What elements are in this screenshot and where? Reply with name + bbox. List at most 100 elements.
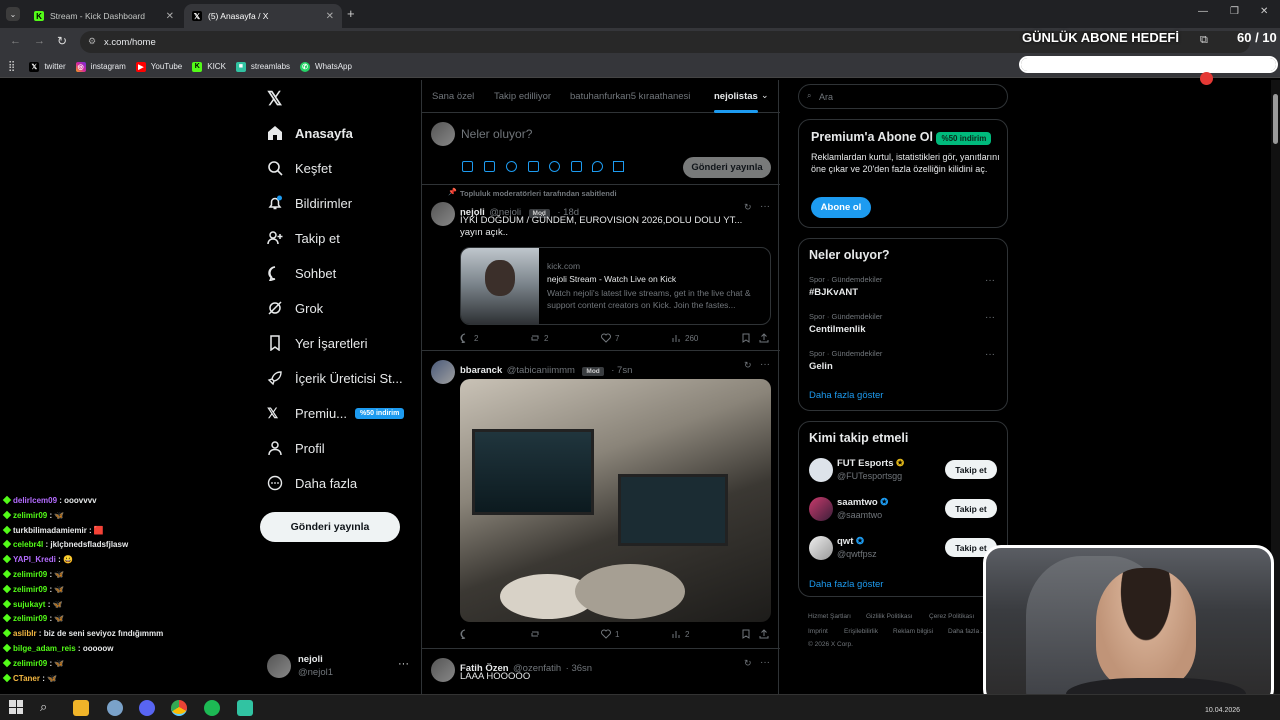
post-author-name[interactable]: bbaranck — [460, 365, 502, 376]
bookmark-kick[interactable]: K KICK — [192, 61, 226, 72]
emoji-icon[interactable] — [549, 161, 560, 172]
scrollbar-thumb[interactable] — [1273, 94, 1278, 144]
post-pinned[interactable]: 📌 Topluluk moderatörleri tarafından sabi… — [422, 185, 780, 351]
trend-more-icon[interactable]: ··· — [985, 349, 995, 360]
extensions-icon[interactable]: ⧉ — [1200, 34, 1208, 47]
account-menu-icon[interactable]: ··· — [398, 658, 409, 670]
trend-more-icon[interactable]: ··· — [985, 275, 995, 286]
nav-explore[interactable]: Keşfet — [267, 160, 332, 176]
taskbar-search-icon[interactable]: ⌕ — [40, 699, 47, 715]
views-button[interactable]: 2 — [671, 629, 689, 639]
nav-home[interactable]: Anasayfa — [267, 125, 353, 141]
reload-button[interactable]: ↻ — [57, 34, 67, 48]
subscribe-button[interactable]: Abone ol — [811, 197, 871, 218]
post-photo-image[interactable] — [460, 379, 771, 622]
nav-premium[interactable]: 𝕏 Premiu... %50 indirim — [267, 405, 405, 422]
tab-community[interactable]: batuhanfurkan5 kıraathanesi — [570, 91, 690, 102]
media-icon[interactable] — [462, 161, 473, 172]
flag-icon[interactable] — [613, 161, 624, 172]
follow-button[interactable]: Takip et — [945, 499, 997, 518]
post-button[interactable]: Gönderi yayınla — [260, 512, 400, 542]
post-time[interactable]: 7sn — [617, 365, 632, 376]
schedule-icon[interactable] — [571, 161, 582, 172]
post-author-handle[interactable]: @tabicaniimmm — [507, 365, 575, 376]
streamlabs-icon[interactable] — [237, 700, 253, 716]
tab-list-button[interactable]: ⌄ — [6, 7, 20, 21]
repost-button[interactable] — [530, 629, 544, 639]
bookmark-twitter[interactable]: 𝕏twitter — [29, 61, 66, 72]
nav-follow[interactable]: Takip et — [267, 230, 340, 246]
post-avatar[interactable] — [431, 360, 455, 384]
share-button[interactable] — [759, 629, 773, 639]
reply-button[interactable] — [460, 629, 474, 639]
forward-button[interactable]: → — [34, 35, 45, 47]
trend-item[interactable]: Spor · Gündemdekiler Gelin ··· — [799, 346, 1007, 382]
footer-link[interactable]: Reklam bilgisi — [893, 628, 933, 635]
trend-item[interactable]: Spor · Gündemdekiler Centilmenlik ··· — [799, 309, 1007, 345]
post-more-icon[interactable]: ··· — [760, 657, 770, 668]
follow-button[interactable]: Takip et — [945, 460, 997, 479]
nav-grok[interactable]: Grok — [267, 300, 323, 316]
post-more-icon[interactable]: ··· — [760, 201, 770, 212]
minimize-window-button[interactable]: — — [1198, 6, 1208, 17]
repost-button[interactable]: 2 — [530, 333, 548, 343]
composer-post-button[interactable]: Gönderi yayınla — [683, 157, 771, 178]
chevron-down-icon[interactable]: ⌄ — [761, 90, 769, 101]
grok-icon[interactable]: ↻ — [744, 360, 752, 371]
post-more-icon[interactable]: ··· — [760, 359, 770, 370]
nav-more[interactable]: Daha fazla — [267, 475, 357, 491]
new-tab-button[interactable]: + — [347, 6, 355, 21]
chrome-icon[interactable] — [171, 700, 187, 716]
footer-link[interactable]: Daha fazla ... — [948, 628, 986, 635]
views-button[interactable]: 260 — [671, 333, 698, 343]
x-logo-icon[interactable]: 𝕏 — [267, 88, 282, 111]
nav-profile[interactable]: Profil — [267, 440, 325, 456]
footer-link[interactable]: Erişilebilirlik — [844, 628, 878, 635]
footer-link[interactable]: Hizmet Şartları — [808, 613, 851, 620]
bookmark-button[interactable] — [741, 333, 755, 343]
follow-suggestion[interactable]: saamtwo ✪ @saamtwo Takip et — [799, 494, 1007, 530]
tab-following[interactable]: Takip edilliyor — [494, 91, 551, 102]
like-button[interactable]: 1 — [601, 629, 619, 639]
post-avatar[interactable] — [431, 202, 455, 226]
follow-suggestion[interactable]: FUT Esports ✪ @FUTesportsgg Takip et — [799, 455, 1007, 491]
file-explorer-icon[interactable] — [73, 700, 89, 716]
gif-icon[interactable] — [484, 161, 495, 172]
nav-notifications[interactable]: Bildirimler — [267, 195, 352, 211]
like-button[interactable]: 7 — [601, 333, 619, 343]
reply-button[interactable]: 2 — [460, 333, 478, 343]
share-button[interactable] — [759, 333, 773, 343]
post-photo[interactable]: bbaranck @tabicaniimmm Mod · 7sn ↻ ··· 1… — [422, 351, 780, 649]
bookmark-button[interactable] — [741, 629, 755, 639]
nav-chat[interactable]: Sohbet — [267, 265, 336, 281]
spotify-icon[interactable] — [204, 700, 220, 716]
nav-bookmarks[interactable]: Yer İşaretleri — [267, 335, 368, 351]
composer-input[interactable]: Neler oluyor? — [461, 127, 532, 141]
tab-kick-dashboard[interactable]: K Stream - Kick Dashboard ✕ — [26, 4, 182, 28]
follow-suggestion[interactable]: qwt ✪ @qwtfpsz Takip et — [799, 533, 1007, 569]
back-button[interactable]: ← — [10, 35, 21, 47]
discord-icon[interactable] — [139, 700, 155, 716]
bookmark-youtube[interactable]: ▶ YouTube — [135, 61, 182, 72]
post-avatar[interactable] — [431, 658, 455, 682]
nav-creator-studio[interactable]: İçerik Üreticisi St... — [267, 370, 403, 386]
account-avatar[interactable] — [267, 654, 291, 678]
close-window-button[interactable]: ✕ — [1260, 6, 1268, 17]
apps-icon[interactable]: ⣿ — [8, 61, 15, 72]
grok-icon[interactable] — [506, 161, 517, 172]
grok-icon[interactable]: ↻ — [744, 202, 752, 213]
follow-show-more-link[interactable]: Daha fazla göster — [809, 579, 883, 590]
trend-item[interactable]: Spor · Gündemdekiler #BJKvANT ··· — [799, 272, 1007, 308]
link-card[interactable]: kick.com nejoli Stream - Watch Live on K… — [460, 247, 771, 325]
trend-more-icon[interactable]: ··· — [985, 312, 995, 323]
footer-link[interactable]: Gizlilik Politikası — [866, 613, 913, 620]
bookmark-whatsapp[interactable]: ✆ WhatsApp — [300, 61, 352, 72]
post-time[interactable]: 36sn — [571, 663, 592, 674]
poll-icon[interactable] — [528, 161, 539, 172]
restore-window-button[interactable]: ❐ — [1230, 6, 1239, 17]
tab-x-home[interactable]: 𝕏 (5) Anasayfa / X ✕ — [184, 4, 342, 28]
tab-nejolistas[interactable]: nejolistas — [714, 91, 758, 102]
windows-start-icon[interactable] — [9, 700, 23, 714]
trends-show-more-link[interactable]: Daha fazla göster — [809, 390, 883, 401]
site-info-icon[interactable]: ⚙ — [88, 36, 96, 47]
